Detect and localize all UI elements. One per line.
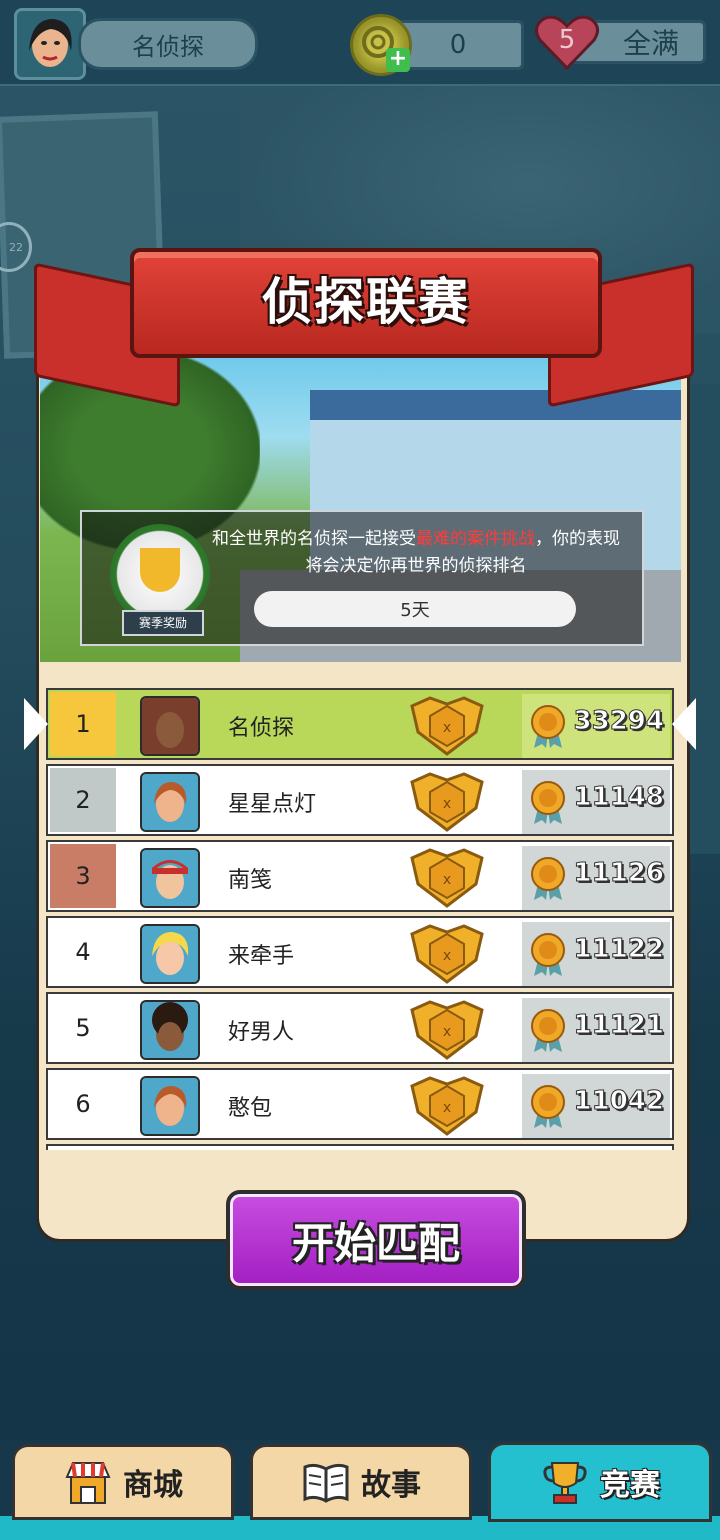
player-name: 来牵手 <box>228 944 295 969</box>
player-score: 11126 <box>573 858 664 889</box>
rank-number: 4 <box>75 938 91 966</box>
tab-shop-label: 商城 <box>123 1468 183 1503</box>
player-avatar <box>140 924 200 984</box>
svg-text:x: x <box>443 796 451 812</box>
leaderboard-row-me[interactable]: 1 名侦探 x 33294 <box>46 688 674 760</box>
player-name: 星星点灯 <box>228 792 317 817</box>
description-highlight: 最难的案件挑战 <box>416 529 535 549</box>
season-reward-label: 赛季奖励 <box>122 610 204 636</box>
leaderboard-row-partial[interactable] <box>46 1144 674 1150</box>
svg-text:x: x <box>443 872 451 888</box>
tab-story-label: 故事 <box>361 1468 421 1503</box>
svg-text:x: x <box>443 1024 451 1040</box>
shop-icon <box>65 1462 111 1504</box>
player-score: 11122 <box>573 934 664 965</box>
player-score: 33294 <box>573 706 664 737</box>
medal-icon <box>531 857 565 900</box>
player-score: 11042 <box>573 1086 664 1117</box>
tab-shop[interactable]: 商城 <box>12 1444 234 1520</box>
start-match-button[interactable]: 开始匹配 <box>226 1190 526 1290</box>
rank-badge-icon: x <box>410 1000 484 1060</box>
leaderboard-row[interactable]: 3 南笺 x 11126 <box>46 840 674 912</box>
player-avatar <box>140 772 200 832</box>
rank-badge-icon: x <box>410 924 484 984</box>
league-description: 和全世界的名侦探一起接受最难的案件挑战，你的表现将会决定你再世界的侦探排名 <box>208 526 624 580</box>
player-avatar <box>140 696 200 756</box>
tab-contest-label: 竞赛 <box>600 1468 660 1503</box>
medal-icon <box>531 705 565 748</box>
svg-text:x: x <box>443 720 451 736</box>
player-score: 11148 <box>573 782 664 813</box>
book-icon <box>303 1463 349 1503</box>
medal-icon <box>531 781 565 824</box>
tab-story[interactable]: 故事 <box>250 1444 472 1520</box>
player-name: 憨包 <box>228 1096 273 1121</box>
player-avatar[interactable] <box>14 8 86 80</box>
league-title: 侦探联赛 <box>262 273 470 331</box>
player-score: 11121 <box>573 1010 664 1041</box>
leaderboard-row[interactable]: 5 好男人 x 11121 <box>46 992 674 1064</box>
rank-badge-icon: x <box>410 772 484 832</box>
player-avatar <box>140 1000 200 1060</box>
season-reward-trophy-icon[interactable] <box>110 524 210 624</box>
svg-text:x: x <box>443 948 451 964</box>
rank-number: 6 <box>75 1090 91 1118</box>
leaderboard[interactable]: 1 名侦探 x 33294 2 星星点灯 x 11148 3 南笺 x 1112… <box>46 688 674 1150</box>
lives-count: 5 <box>559 25 576 55</box>
player-name: 名侦探 <box>228 716 295 741</box>
season-remaining: 5天 <box>254 591 576 627</box>
leaderboard-row[interactable]: 2 星星点灯 x 11148 <box>46 764 674 836</box>
leaderboard-row[interactable]: 6 憨包 x 11042 <box>46 1068 674 1140</box>
rank-number: 5 <box>75 1014 91 1042</box>
trophy-icon <box>543 1462 587 1504</box>
rank-number: 2 <box>50 768 116 832</box>
medal-icon <box>531 933 565 976</box>
rank-badge-icon: x <box>410 1076 484 1136</box>
tab-contest[interactable]: 竞赛 <box>488 1442 712 1522</box>
rank-badge-icon: x <box>410 848 484 908</box>
highlight-arrow-right <box>672 698 696 750</box>
medal-icon <box>531 1009 565 1052</box>
heart-icon: 5 <box>535 15 599 71</box>
description-before: 和全世界的名侦探一起接受 <box>212 529 416 549</box>
player-name: 南笺 <box>228 868 273 893</box>
add-coins-button[interactable]: + <box>386 48 410 72</box>
leaderboard-row[interactable]: 4 来牵手 x 11122 <box>46 916 674 988</box>
top-bar: 名侦探 0 + 全满 5 <box>0 0 720 86</box>
medal-icon <box>531 1085 565 1128</box>
player-name: 好男人 <box>228 1020 295 1045</box>
svg-text:x: x <box>443 1100 451 1116</box>
highlight-arrow-left <box>24 698 48 750</box>
player-avatar <box>140 1076 200 1136</box>
player-avatar <box>140 848 200 908</box>
rank-number: 1 <box>50 692 116 756</box>
player-name[interactable]: 名侦探 <box>78 18 258 70</box>
rank-number: 3 <box>50 844 116 908</box>
rank-badge-icon: x <box>410 696 484 756</box>
